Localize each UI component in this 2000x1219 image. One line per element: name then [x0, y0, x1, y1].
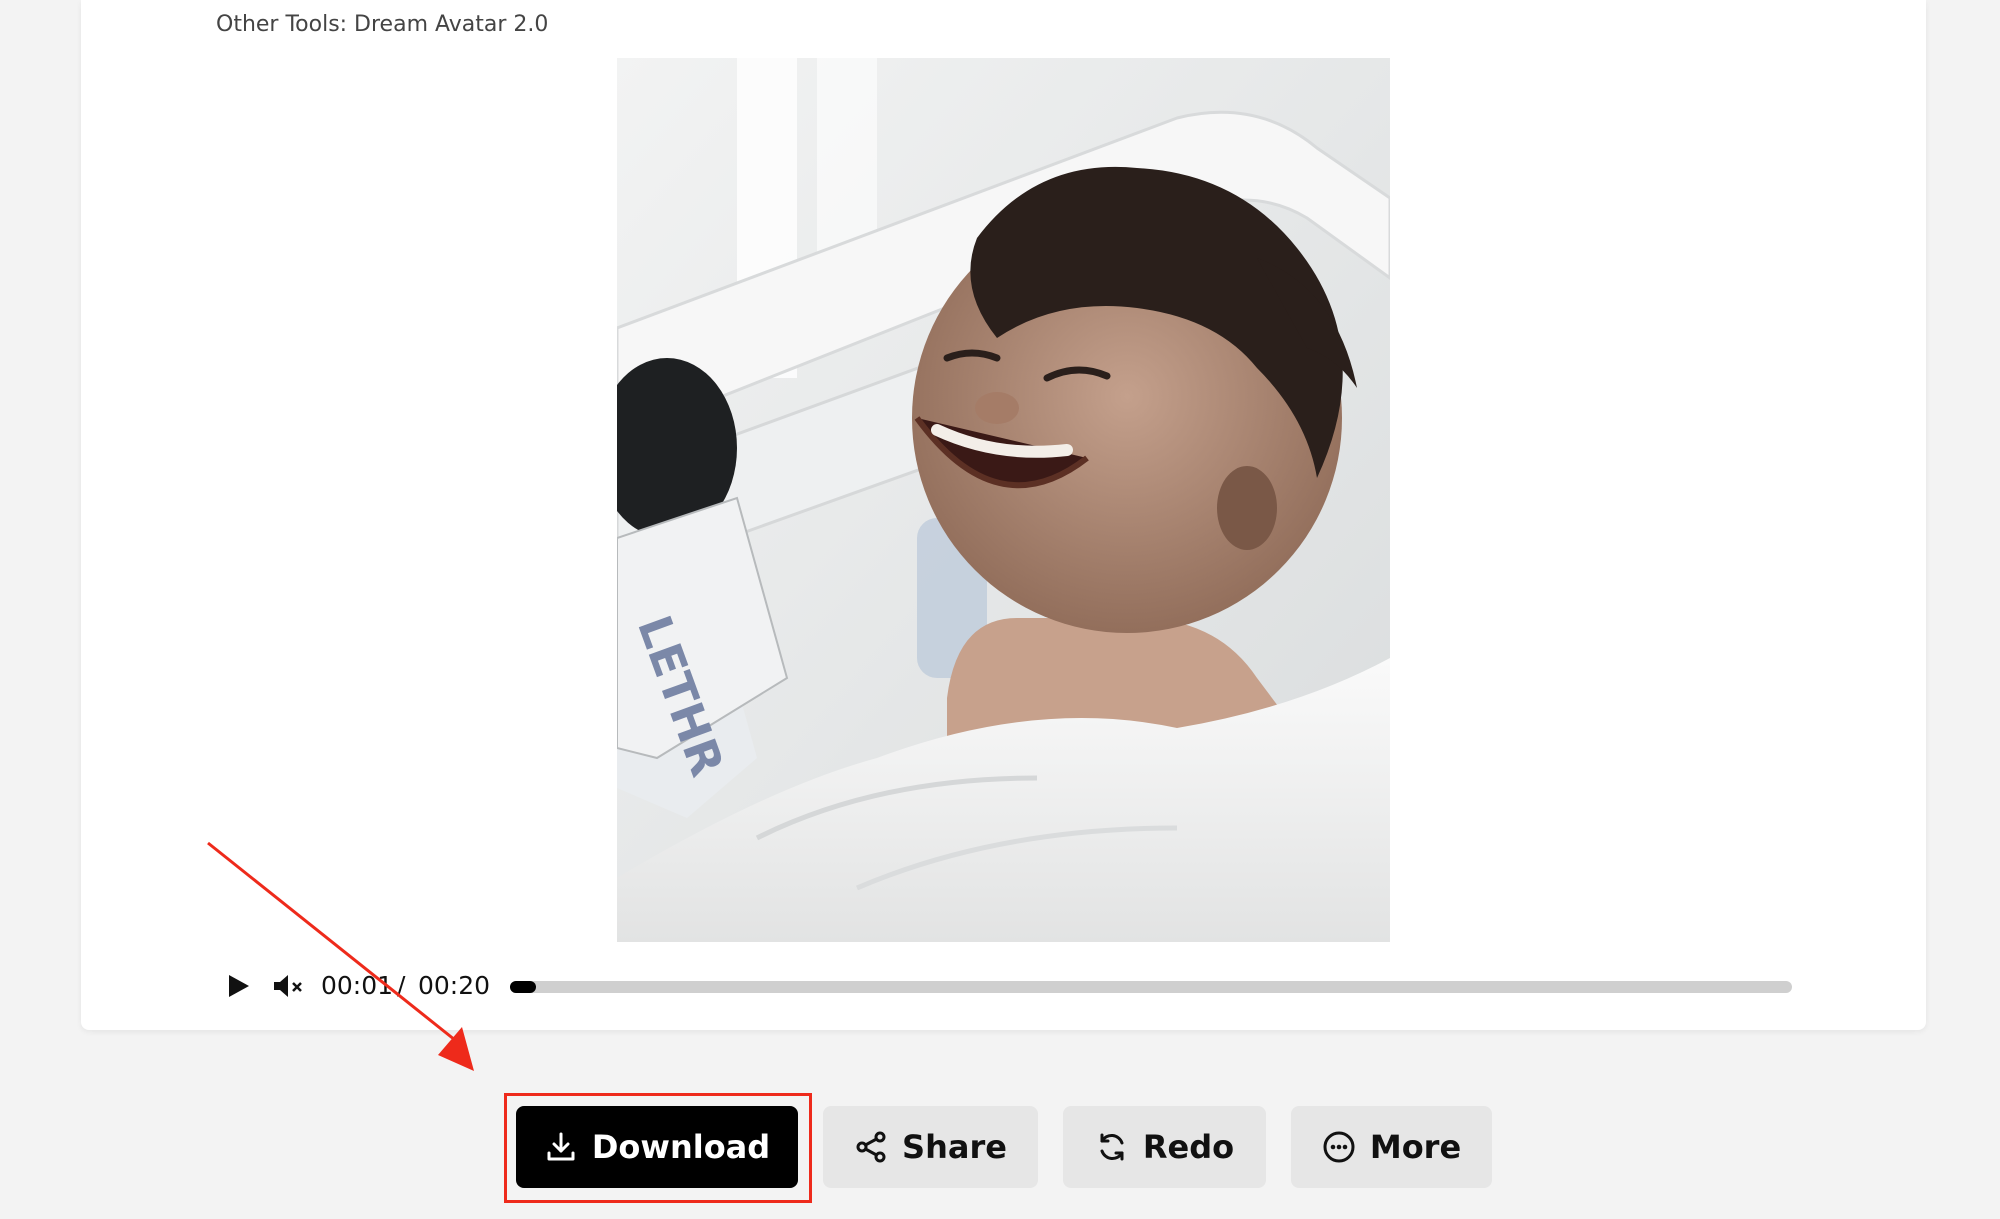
total-time: 00:20: [418, 971, 491, 1000]
more-icon: [1322, 1130, 1356, 1164]
volume-muted-icon[interactable]: [272, 973, 308, 999]
progress-bar[interactable]: [510, 981, 1792, 993]
redo-button[interactable]: Redo: [1063, 1106, 1266, 1188]
current-time: 00:01: [321, 971, 394, 1000]
download-button[interactable]: Download: [516, 1106, 798, 1188]
share-button[interactable]: Share: [823, 1106, 1038, 1188]
more-label: More: [1369, 1128, 1462, 1166]
redo-label: Redo: [1142, 1128, 1235, 1166]
progress-fill: [510, 981, 536, 993]
more-button[interactable]: More: [1291, 1106, 1492, 1188]
play-icon[interactable]: [225, 973, 251, 999]
action-bar: Download Share Redo More: [0, 1100, 2000, 1200]
share-icon: [854, 1130, 888, 1164]
video-preview[interactable]: LETHR: [617, 58, 1390, 942]
other-tools-label: Other Tools: Dream Avatar 2.0: [216, 12, 549, 37]
video-controls: 00:01 / 00:20: [0, 965, 2000, 1005]
share-label: Share: [902, 1128, 1007, 1166]
video-frame-illustration: LETHR: [617, 58, 1390, 942]
download-icon: [544, 1130, 578, 1164]
time-separator: /: [397, 971, 406, 1000]
redo-icon: [1095, 1130, 1129, 1164]
download-label: Download: [591, 1128, 771, 1166]
